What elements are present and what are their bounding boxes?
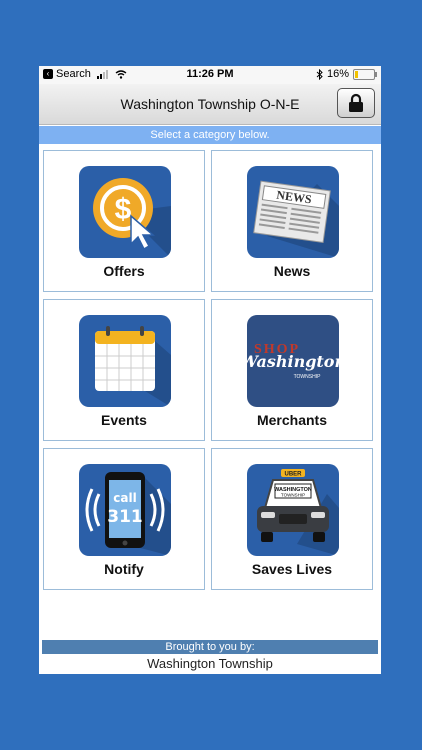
taxi-car-icon: UBER WASHINGTON TOWNSHIP — [247, 464, 339, 556]
battery-percent: 16% — [326, 68, 349, 80]
taxi-sign-text: UBER — [284, 472, 302, 478]
shop-washington-logo: SHOP Washington TOWNSHIP — [247, 315, 339, 407]
tile-label: Notify — [104, 561, 144, 577]
phone-call-311-icon: call 311 — [79, 464, 171, 556]
bluetooth-icon — [316, 68, 323, 80]
tile-label: News — [273, 263, 311, 279]
lock-button[interactable] — [337, 88, 375, 118]
svg-text:$: $ — [115, 193, 132, 226]
nav-header: Washington Township O-N-E — [39, 84, 381, 125]
car-plate-line2: TOWNSHIP — [281, 493, 305, 498]
tile-saves-lives[interactable]: UBER WASHINGTON TOWNSHIP Saves Lives — [211, 448, 373, 590]
category-instruction: Select a category below. — [39, 126, 381, 144]
battery-icon — [353, 68, 377, 80]
sponsor-banner: Brought to you by: — [42, 640, 378, 654]
dollar-cursor-icon: $ — [79, 166, 171, 258]
tile-label: Merchants — [256, 412, 328, 428]
tile-events[interactable]: Events — [43, 299, 205, 441]
washington-text: Washington — [247, 352, 339, 371]
page-title: Washington Township O-N-E — [120, 96, 300, 112]
newspaper-icon: NEWS — [247, 166, 339, 258]
tile-merchants[interactable]: SHOP Washington TOWNSHIP Merchants — [211, 299, 373, 441]
status-bar: ‹ Search 11:26 PM 16% — [39, 66, 381, 84]
tile-label: Saves Lives — [251, 561, 333, 577]
tile-offers[interactable]: $ Offers — [43, 150, 205, 292]
call-text: call — [113, 491, 136, 505]
tile-news[interactable]: NEWS News — [211, 150, 373, 292]
calendar-icon — [79, 315, 171, 407]
tile-label: Offers — [103, 263, 145, 279]
township-text: TOWNSHIP — [294, 374, 322, 380]
app-screen: ‹ Search 11:26 PM 16% Washington Townshi… — [39, 66, 381, 674]
number-311-text: 311 — [107, 507, 143, 527]
tile-label: Events — [101, 412, 147, 428]
tile-notify[interactable]: call 311 Notify — [43, 448, 205, 590]
lock-icon — [349, 93, 363, 112]
sponsor-name: Washington Township — [147, 656, 273, 671]
